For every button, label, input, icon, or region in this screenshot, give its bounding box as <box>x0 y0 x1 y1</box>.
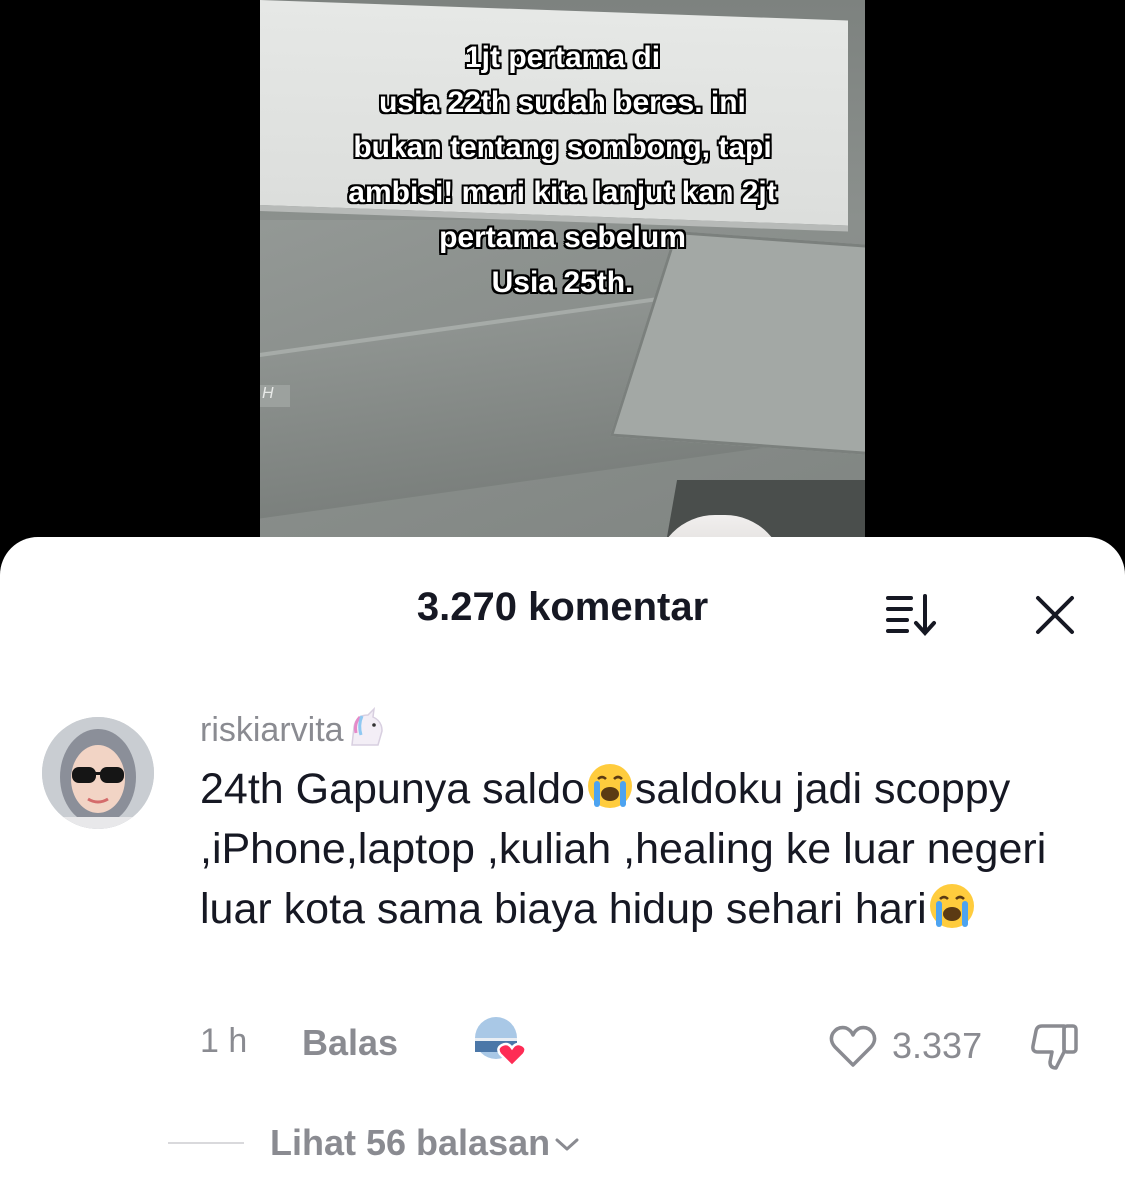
username-text: riskiarvita <box>200 711 344 749</box>
replies-divider <box>168 1142 244 1144</box>
unicorn-icon <box>350 706 383 746</box>
comment-text-part1: 24th Gapunya saldo <box>200 765 585 813</box>
atm-label: H <box>260 385 290 407</box>
heart-icon[interactable] <box>828 1024 878 1068</box>
comment-sheet: 3.270 komentar riskiarvita 24th Gapunya … <box>0 537 1125 1182</box>
view-replies-label: Lihat 56 balasan <box>270 1122 551 1163</box>
dislike-icon[interactable] <box>1028 1022 1080 1072</box>
like-count: 3.337 <box>892 1025 983 1066</box>
sort-icon[interactable] <box>885 592 941 638</box>
view-replies-button[interactable]: Lihat 56 balasan <box>270 1122 580 1164</box>
comment-count-title: 3.270 komentar <box>416 585 709 629</box>
close-icon[interactable] <box>1034 594 1076 636</box>
avatar[interactable] <box>42 717 154 829</box>
avatar-image <box>42 717 154 829</box>
chevron-down-icon <box>555 1138 579 1151</box>
video-player[interactable]: H 1jt pertama di usia 22th sudah beres. … <box>260 0 865 560</box>
creator-liked-icon <box>475 1017 527 1068</box>
comment-timestamp: 1 h <box>200 1022 248 1060</box>
crying-face-icon <box>587 764 632 808</box>
comment-body: 24th Gapunya saldo saldoku jadi scoppy ,… <box>200 759 1080 939</box>
video-caption: 1jt pertama di usia 22th sudah beres. in… <box>348 41 777 299</box>
reply-button[interactable]: Balas <box>302 1022 398 1064</box>
crying-face-icon <box>929 884 974 928</box>
comment-username[interactable]: riskiarvita <box>200 706 386 750</box>
